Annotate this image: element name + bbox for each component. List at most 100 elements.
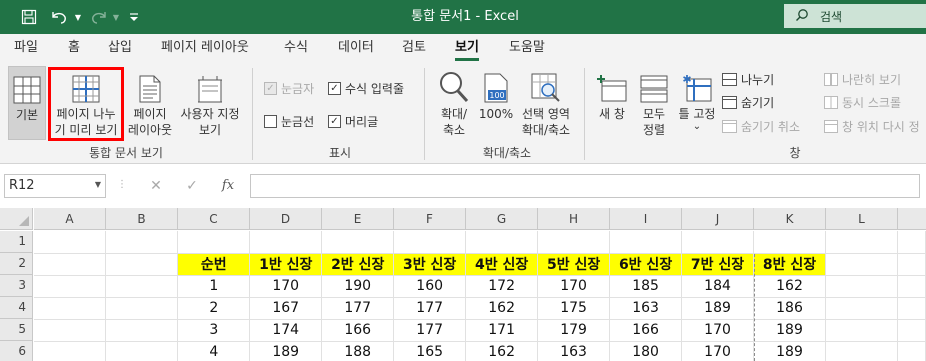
header-cell-class2[interactable]: 2반 신장 <box>321 253 395 276</box>
column-header-f[interactable]: F <box>394 208 466 230</box>
row-header-6[interactable]: 6 <box>0 341 33 361</box>
header-cell-class1[interactable]: 1반 신장 <box>249 253 323 276</box>
tab-home[interactable]: 홈 <box>68 34 80 62</box>
zoom-button[interactable]: 확대/ 축소 <box>432 69 476 138</box>
cell[interactable] <box>825 341 898 361</box>
data-cell[interactable]: 171 <box>465 319 539 342</box>
column-header-j[interactable]: J <box>682 208 754 230</box>
data-cell[interactable]: 166 <box>321 319 395 342</box>
header-cell-class6[interactable]: 6반 신장 <box>609 253 683 276</box>
gridlines-checkbox[interactable]: 눈금선 <box>264 113 314 130</box>
unhide-button[interactable]: 숨기기 취소 <box>722 118 800 135</box>
data-cell[interactable]: 167 <box>249 297 323 320</box>
search-box[interactable]: 검색 <box>784 4 926 28</box>
cell[interactable] <box>105 341 179 361</box>
data-cell[interactable]: 184 <box>681 275 755 298</box>
headings-checkbox[interactable]: ✓ 머리글 <box>328 113 378 130</box>
cell[interactable] <box>321 231 395 254</box>
column-header-g[interactable]: G <box>466 208 538 230</box>
cell[interactable] <box>105 297 179 320</box>
cell[interactable] <box>825 253 898 276</box>
column-header-a[interactable]: A <box>34 208 106 230</box>
tab-help[interactable]: 도움말 <box>509 34 545 62</box>
header-cell-class5[interactable]: 5반 신장 <box>537 253 611 276</box>
zoom-100-button[interactable]: 100 100% <box>478 69 514 122</box>
normal-view-button[interactable]: 기본 <box>8 66 46 140</box>
row-header-2[interactable]: 2 <box>0 253 33 275</box>
data-cell[interactable]: 165 <box>393 341 467 361</box>
tab-page-layout[interactable]: 페이지 레이아웃 <box>161 34 249 62</box>
data-cell[interactable]: 170 <box>681 341 755 361</box>
tab-formulas[interactable]: 수식 <box>284 34 308 62</box>
cell[interactable] <box>34 297 107 320</box>
cell[interactable] <box>681 231 755 254</box>
data-cell[interactable]: 189 <box>681 297 755 320</box>
undo-icon[interactable] <box>46 0 72 34</box>
cell[interactable] <box>105 319 179 342</box>
split-button[interactable]: 나누기 <box>722 71 774 88</box>
custom-views-button[interactable]: 사용자 지정 보기 <box>176 69 244 138</box>
cell[interactable] <box>897 231 926 254</box>
cell[interactable] <box>105 253 179 276</box>
ruler-checkbox[interactable]: ✓ 눈금자 <box>264 80 314 97</box>
data-cell[interactable]: 163 <box>537 341 611 361</box>
cell[interactable] <box>34 341 107 361</box>
data-cell[interactable]: 1 <box>177 275 251 298</box>
data-cell[interactable]: 166 <box>609 319 683 342</box>
cell[interactable] <box>753 231 826 254</box>
formula-bar-checkbox[interactable]: ✓ 수식 입력줄 <box>328 80 404 97</box>
row-header-3[interactable]: 3 <box>0 275 33 297</box>
formula-bar-resize-handle[interactable]: ⋮ <box>117 174 127 198</box>
data-cell[interactable]: 163 <box>609 297 683 320</box>
save-icon[interactable] <box>16 0 42 34</box>
data-cell[interactable]: 190 <box>321 275 395 298</box>
header-cell-class8[interactable]: 8반 신장 <box>753 253 826 276</box>
column-header-h[interactable]: H <box>538 208 610 230</box>
cell[interactable] <box>249 231 323 254</box>
cell[interactable] <box>897 319 926 342</box>
header-cell-class7[interactable]: 7반 신장 <box>681 253 755 276</box>
cell[interactable] <box>177 231 251 254</box>
cancel-icon[interactable]: ✕ <box>142 174 170 198</box>
name-box-dropdown-icon[interactable]: ▼ <box>90 174 106 198</box>
data-cell[interactable]: 162 <box>465 297 539 320</box>
cell[interactable] <box>105 275 179 298</box>
data-cell[interactable]: 189 <box>249 341 323 361</box>
data-cell[interactable]: 170 <box>537 275 611 298</box>
data-cell[interactable]: 180 <box>609 341 683 361</box>
column-header-d[interactable]: D <box>250 208 322 230</box>
reset-window-position-button[interactable]: 창 위치 다시 정 <box>824 118 920 135</box>
data-cell[interactable]: 177 <box>393 319 467 342</box>
row-header-4[interactable]: 4 <box>0 297 33 319</box>
tab-file[interactable]: 파일 <box>14 34 38 62</box>
data-cell[interactable]: 189 <box>753 319 826 342</box>
page-layout-view-button[interactable]: 페이지 레이아웃 <box>126 69 174 138</box>
data-cell[interactable]: 177 <box>321 297 395 320</box>
cell[interactable] <box>393 231 467 254</box>
data-cell[interactable]: 174 <box>249 319 323 342</box>
hide-button[interactable]: 숨기기 <box>722 94 774 111</box>
insert-function-icon[interactable]: fx <box>214 174 242 198</box>
data-cell[interactable]: 189 <box>753 341 826 361</box>
row-header-5[interactable]: 5 <box>0 319 33 341</box>
column-header-l[interactable]: L <box>826 208 898 230</box>
cell[interactable] <box>897 275 926 298</box>
header-cell-seq[interactable]: 순번 <box>177 253 251 276</box>
redo-dropdown-icon[interactable]: ▼ <box>110 0 122 34</box>
new-window-button[interactable]: 새 창 <box>592 69 632 122</box>
freeze-panes-button[interactable]: ✱ 틀 고정 ⌄ <box>674 69 720 132</box>
tab-data[interactable]: 데이터 <box>338 34 374 62</box>
data-cell[interactable]: 179 <box>537 319 611 342</box>
zoom-to-selection-button[interactable]: 선택 영역 확대/축소 <box>516 69 576 138</box>
tab-view[interactable]: 보기 <box>455 34 479 62</box>
data-cell[interactable]: 162 <box>465 341 539 361</box>
column-header-c[interactable]: C <box>178 208 250 230</box>
row-header-1[interactable]: 1 <box>0 231 33 253</box>
data-cell[interactable]: 188 <box>321 341 395 361</box>
cell[interactable] <box>34 253 107 276</box>
data-cell[interactable]: 170 <box>249 275 323 298</box>
cell[interactable] <box>34 319 107 342</box>
data-cell[interactable]: 177 <box>393 297 467 320</box>
cell[interactable] <box>465 231 539 254</box>
data-cell[interactable]: 170 <box>681 319 755 342</box>
